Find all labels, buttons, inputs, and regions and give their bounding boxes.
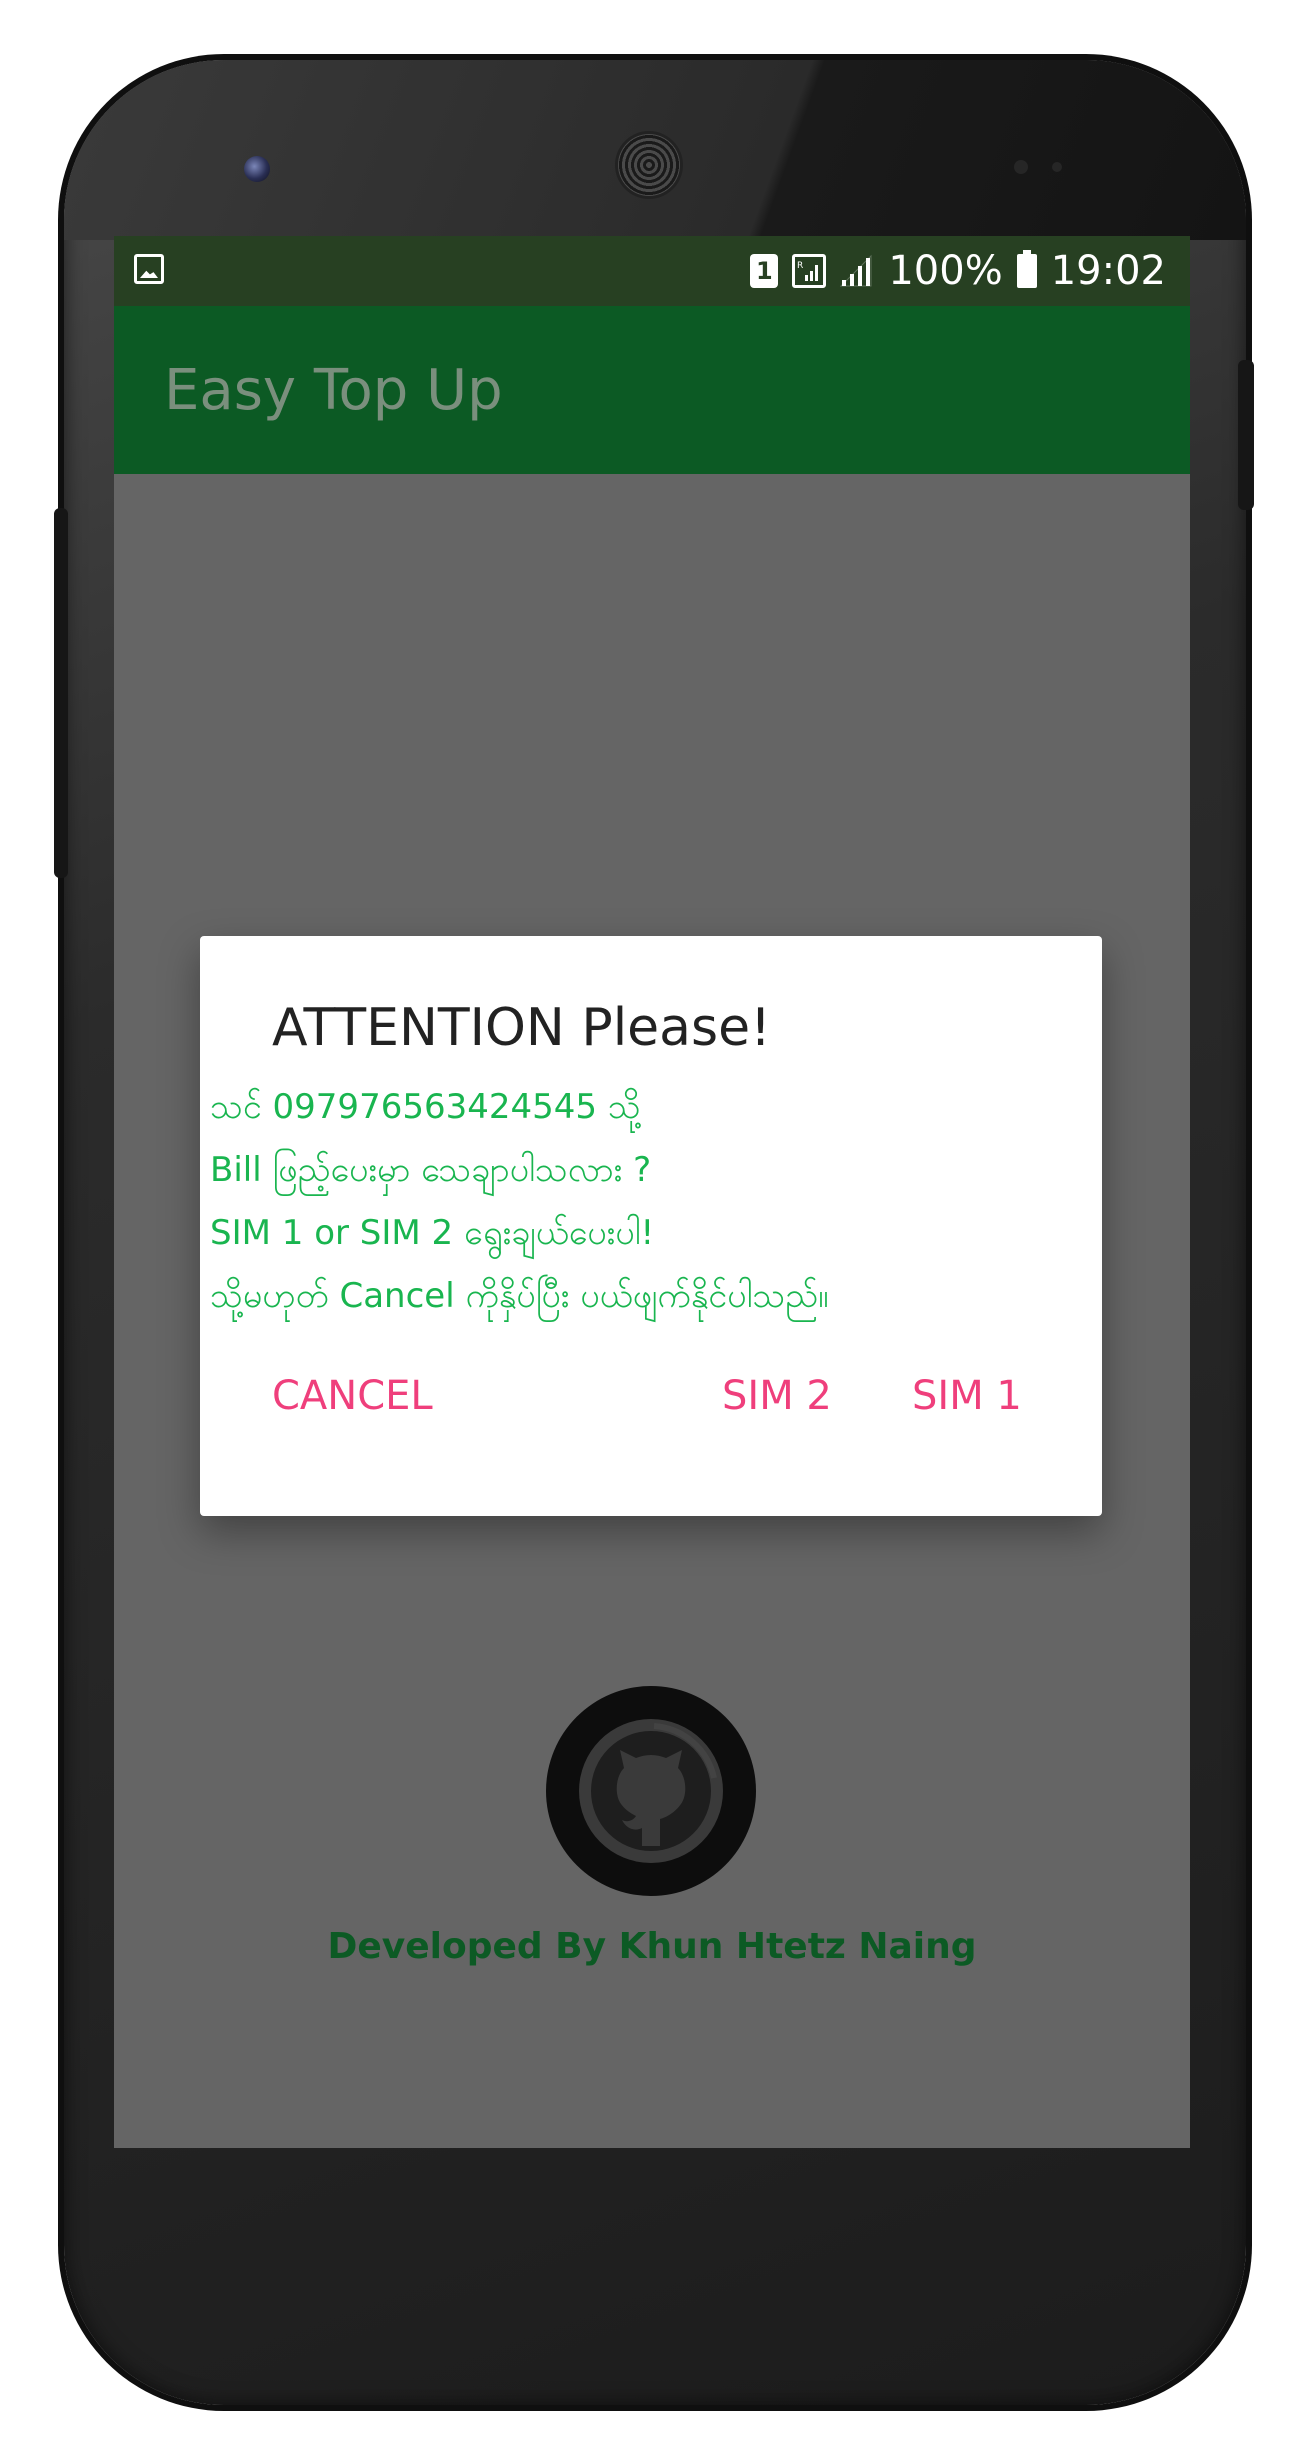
phone-screen: 1 R 100% 19:02 Easy Top Up Developed By …	[114, 236, 1190, 2148]
app-bar: Easy Top Up	[114, 306, 1190, 474]
light-sensor	[1052, 162, 1062, 172]
dialog-message-line: SIM 1 or SIM 2 ရွေးချယ်ပေးပါ!	[210, 1213, 655, 1253]
proximity-sensor	[1014, 160, 1028, 174]
clock: 19:02	[1050, 248, 1166, 294]
dialog-message: သင် 097976563424545 သို့ Bill ဖြည့်ပေးမှ…	[210, 1076, 1090, 1328]
svg-text:R: R	[797, 261, 803, 271]
sim-slot-icon: 1	[750, 254, 779, 288]
app-title: Easy Top Up	[164, 358, 503, 423]
developer-credit: Developed By Khun Htetz Naing	[327, 1926, 977, 1967]
earpiece-speaker	[618, 134, 680, 196]
sim1-button[interactable]: SIM 1	[912, 1356, 1022, 1436]
battery-percent: 100%	[888, 248, 1003, 294]
github-icon[interactable]	[546, 1686, 756, 1896]
battery-icon	[1016, 250, 1037, 288]
signal-strength-icon	[840, 254, 874, 288]
roaming-signal-icon: R	[792, 254, 827, 288]
status-bar: 1 R 100% 19:02	[114, 236, 1190, 306]
volume-button	[54, 508, 68, 878]
status-icons: 1 R 100% 19:02	[750, 236, 1166, 306]
dialog-title: ATTENTION Please!	[272, 998, 771, 1058]
confirm-dialog: ATTENTION Please! သင် 097976563424545 သိ…	[200, 936, 1102, 1516]
front-camera	[244, 156, 270, 182]
dialog-message-line: သင် 097976563424545 သို့	[210, 1087, 641, 1127]
gallery-notification-icon	[134, 254, 164, 284]
dialog-message-line: Bill ဖြည့်ပေးမှာ သေချာပါသလား ?	[210, 1150, 652, 1190]
dialog-message-line: သို့မဟုတ် Cancel ကိုနှိပ်ပြီး ပယ်ဖျက်နို…	[210, 1276, 829, 1316]
power-button	[1238, 360, 1254, 510]
sim2-button[interactable]: SIM 2	[722, 1356, 832, 1436]
cancel-button[interactable]: CANCEL	[272, 1356, 433, 1436]
dialog-actions: CANCEL SIM 2 SIM 1	[200, 1356, 1102, 1436]
